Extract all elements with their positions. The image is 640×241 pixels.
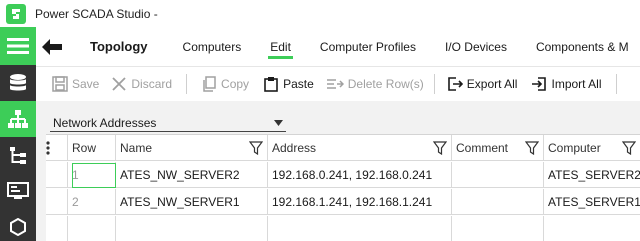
export-icon — [447, 77, 463, 91]
save-label: Save — [72, 77, 100, 91]
data-grid: Row Name Address Comment Computer 1 ATES… — [46, 134, 640, 241]
close-icon — [112, 77, 126, 91]
name-cell[interactable]: ATES_NW_SERVER1 — [116, 189, 268, 215]
row-gutter — [46, 216, 68, 241]
display-icon[interactable] — [0, 173, 36, 209]
copy-label: Copy — [221, 77, 250, 91]
paste-button[interactable]: Paste — [263, 67, 314, 101]
clipboard-icon — [264, 77, 278, 92]
column-menu-icon[interactable] — [46, 135, 68, 161]
caret-down-icon — [274, 119, 283, 126]
tab-bar: Computers Edit Computer Profiles I/O Dev… — [183, 27, 640, 67]
toolbar: Save Discard Copy Paste Delete Row(s) Ex… — [36, 67, 640, 101]
paste-label: Paste — [283, 77, 314, 91]
comment-cell[interactable] — [452, 162, 544, 188]
column-header-address[interactable]: Address — [268, 135, 452, 161]
filter-icon[interactable] — [249, 140, 263, 155]
delete-rows-label: Delete Row(s) — [347, 77, 424, 91]
computer-cell[interactable]: ATES_SERVER2 — [544, 162, 640, 188]
page-title: Topology — [90, 39, 148, 54]
save-button[interactable]: Save — [52, 67, 99, 101]
database-icon[interactable] — [0, 65, 36, 101]
computer-cell[interactable] — [544, 216, 640, 241]
address-cell[interactable]: 192.168.0.241, 192.168.0.241 — [268, 162, 452, 188]
filter-icon[interactable] — [622, 140, 636, 155]
export-all-button[interactable]: Export All — [447, 67, 518, 101]
computer-cell[interactable]: ATES_SERVER1 — [544, 189, 640, 215]
back-arrow-icon[interactable] — [42, 27, 62, 67]
import-icon — [532, 77, 547, 91]
dropdown-value: Network Addresses — [53, 115, 157, 130]
tab-io-devices[interactable]: I/O Devices — [445, 27, 507, 67]
app-logo-icon — [6, 3, 26, 24]
filter-icon[interactable] — [433, 140, 447, 155]
shield-icon[interactable] — [0, 209, 36, 241]
tab-components[interactable]: Components & M — [536, 27, 629, 67]
address-cell[interactable]: 192.168.1.241, 192.168.1.241 — [268, 189, 452, 215]
network-filter-dropdown[interactable]: Network Addresses — [50, 114, 286, 132]
import-all-button[interactable]: Import All — [531, 67, 602, 101]
hierarchy-icon[interactable] — [0, 137, 36, 173]
export-all-label: Export All — [466, 77, 518, 91]
toolbar-divider — [186, 74, 188, 94]
toolbar-divider — [615, 74, 617, 94]
row-gutter — [46, 189, 68, 215]
name-cell[interactable] — [116, 216, 268, 241]
discard-label: Discard — [131, 77, 173, 91]
name-cell[interactable]: ATES_NW_SERVER2 — [116, 162, 268, 188]
table-row-empty[interactable] — [46, 216, 640, 241]
comment-cell[interactable] — [452, 189, 544, 215]
tab-computer-profiles[interactable]: Computer Profiles — [320, 27, 416, 67]
tab-computers[interactable]: Computers — [183, 27, 242, 67]
column-header-comment[interactable]: Comment — [452, 135, 544, 161]
table-row[interactable]: 1 ATES_NW_SERVER2 192.168.0.241, 192.168… — [46, 162, 640, 188]
address-cell[interactable] — [268, 216, 452, 241]
discard-button[interactable]: Discard — [111, 67, 172, 101]
left-nav — [0, 27, 36, 241]
column-header-row[interactable]: Row — [68, 135, 116, 161]
tab-edit[interactable]: Edit — [268, 27, 293, 67]
row-number[interactable] — [68, 216, 116, 241]
topology-icon[interactable] — [0, 101, 36, 137]
title-bar: Power SCADA Studio - — [0, 0, 640, 27]
column-header-name[interactable]: Name — [116, 135, 268, 161]
app-title: Power SCADA Studio - — [35, 6, 158, 21]
filter-icon[interactable] — [525, 140, 539, 155]
toolbar-divider — [433, 74, 435, 94]
page-header: Topology Computers Edit Computer Profile… — [36, 27, 640, 67]
copy-icon — [203, 76, 216, 92]
row-number[interactable]: 2 — [68, 189, 116, 215]
grid-header-row: Row Name Address Comment Computer — [46, 135, 640, 161]
column-header-computer[interactable]: Computer — [544, 135, 640, 161]
cell-selection-highlight — [72, 163, 116, 188]
table-row[interactable]: 2 ATES_NW_SERVER1 192.168.1.241, 192.168… — [46, 189, 640, 215]
comment-cell[interactable] — [452, 216, 544, 241]
save-icon — [52, 76, 68, 92]
import-all-label: Import All — [551, 77, 602, 91]
menu-icon[interactable] — [0, 27, 36, 65]
delete-rows-button[interactable]: Delete Row(s) — [326, 67, 424, 101]
row-gutter — [46, 162, 68, 188]
delete-rows-icon — [326, 79, 344, 89]
copy-button[interactable]: Copy — [201, 67, 249, 101]
